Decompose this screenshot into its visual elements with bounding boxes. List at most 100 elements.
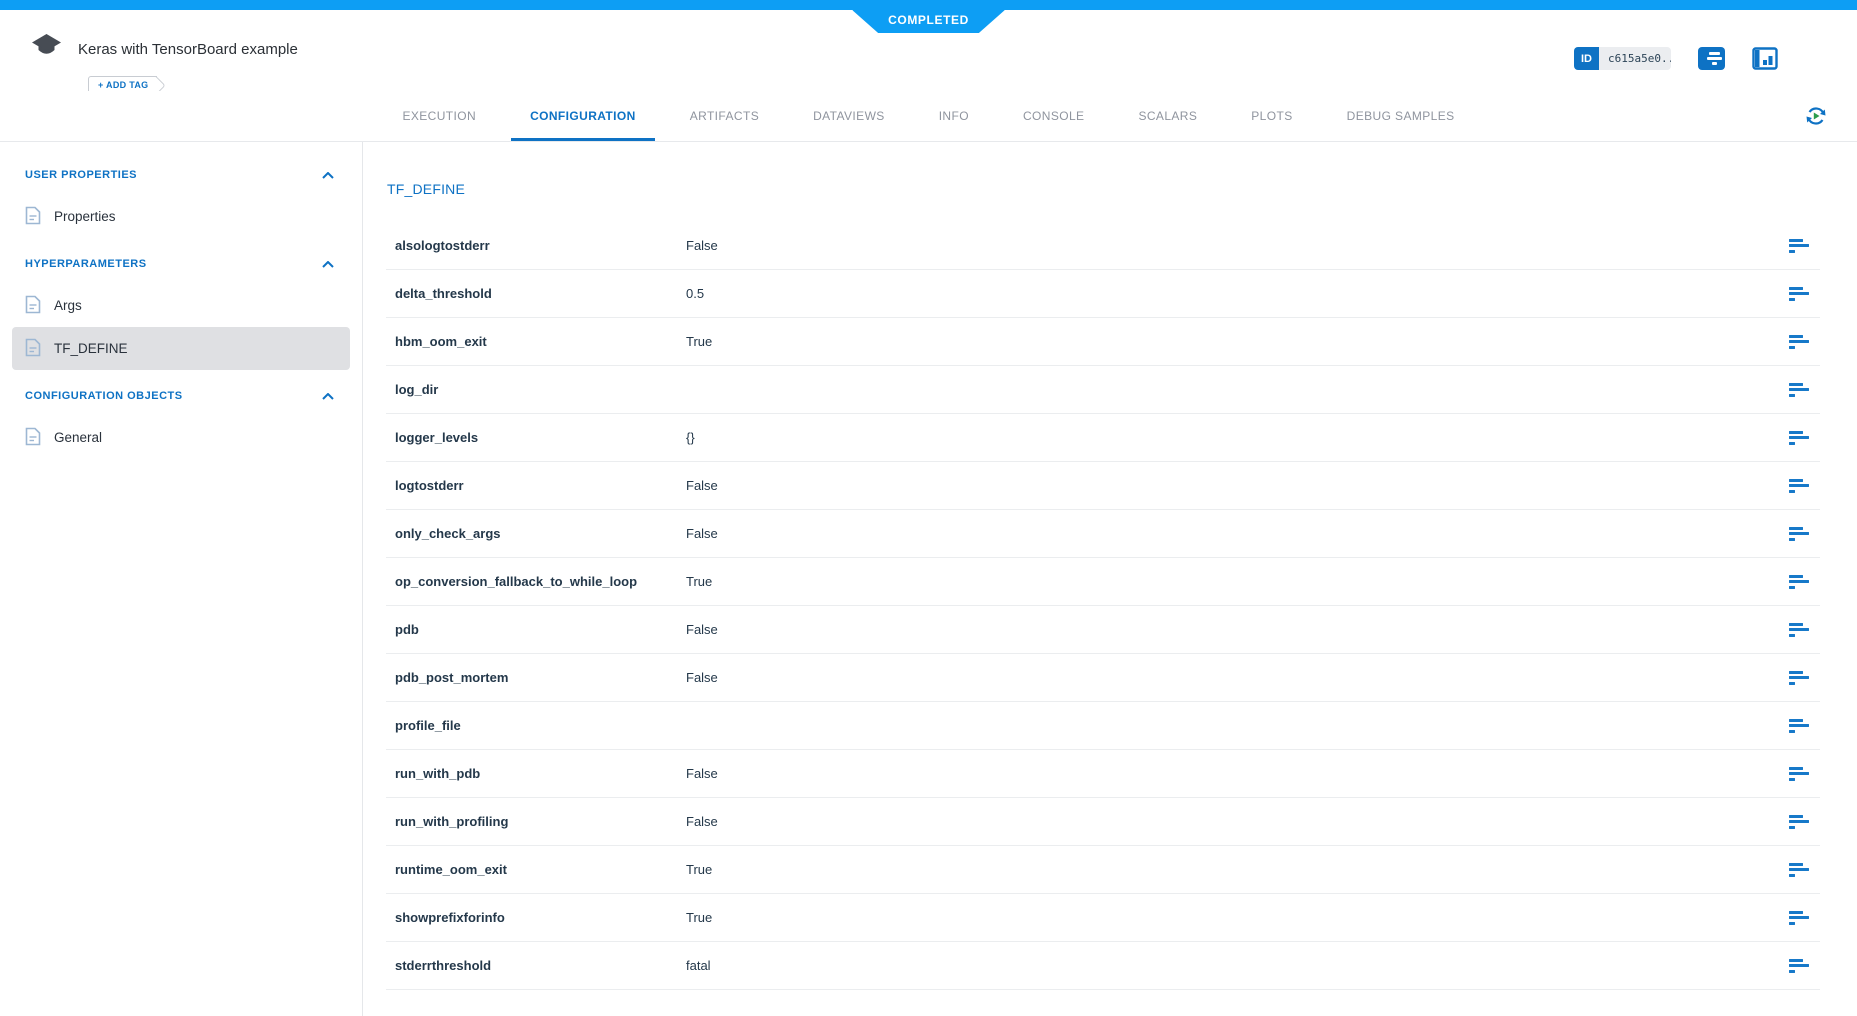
tab[interactable]: DATAVIEWS [786,91,912,141]
section-header-label: USER PROPERTIES [25,169,137,181]
param-name: alsologtostderr [395,238,686,253]
tab[interactable]: CONFIGURATION [503,91,663,141]
tab[interactable]: INFO [912,91,996,141]
document-icon [25,427,41,449]
section-header-label: HYPERPARAMETERS [25,258,147,270]
experiment-id-badge[interactable]: ID c615a5e0... [1574,47,1671,70]
main-panel: TF_DEFINE alsologtostderr False delta_th… [363,142,1857,1016]
tab[interactable]: SCALARS [1111,91,1224,141]
document-icon [25,295,41,317]
id-value[interactable]: c615a5e0... [1599,47,1671,70]
tab-label: DEBUG SAMPLES [1347,109,1455,123]
param-name: hbm_oom_exit [395,334,686,349]
param-value: False [686,670,1789,685]
tab-label: ARTIFACTS [690,109,759,123]
param-row: alsologtostderr False [386,222,1820,270]
param-detail-icon[interactable] [1789,911,1811,925]
param-name: op_conversion_fallback_to_while_loop [395,574,686,589]
tab-label: CONSOLE [1023,109,1084,123]
param-name: pdb_post_mortem [395,670,686,685]
chevron-up-icon [322,387,334,405]
param-row: op_conversion_fallback_to_while_loop Tru… [386,558,1820,606]
param-value: True [686,334,1789,349]
param-row: stderrthreshold fatal [386,942,1820,990]
param-name: only_check_args [395,526,686,541]
tab-bar: EXECUTION CONFIGURATION ARTIFACTS DATAVI… [0,91,1857,142]
param-value: {} [686,430,1789,445]
tab-label: DATAVIEWS [813,109,885,123]
param-detail-icon[interactable] [1789,959,1811,973]
param-name: runtime_oom_exit [395,862,686,877]
param-detail-icon[interactable] [1789,239,1811,253]
param-row: hbm_oom_exit True [386,318,1820,366]
info-panel-icon[interactable] [1752,47,1778,70]
param-detail-icon[interactable] [1789,479,1811,493]
param-row: run_with_profiling False [386,798,1820,846]
param-value: False [686,238,1789,253]
param-row: runtime_oom_exit True [386,846,1820,894]
param-value: 0.5 [686,286,1789,301]
param-detail-icon[interactable] [1789,335,1811,349]
sidebar: USER PROPERTIES Properties HYPERPARAMETE… [0,142,363,1016]
tab[interactable]: EXECUTION [375,91,503,141]
param-detail-icon[interactable] [1789,287,1811,301]
param-detail-icon[interactable] [1789,863,1811,877]
title-block: Keras with TensorBoard example + ADD TAG [30,32,298,94]
param-detail-icon[interactable] [1789,575,1811,589]
param-detail-icon[interactable] [1789,527,1811,541]
sidebar-item-label: Properties [54,209,116,224]
tab-label: INFO [939,109,969,123]
param-value: False [686,478,1789,493]
param-name: showprefixforinfo [395,910,686,925]
param-value: False [686,526,1789,541]
param-value: True [686,574,1789,589]
param-row: logger_levels {} [386,414,1820,462]
param-name: pdb [395,622,686,637]
param-row: delta_threshold 0.5 [386,270,1820,318]
param-detail-icon[interactable] [1789,767,1811,781]
param-row: log_dir [386,366,1820,414]
sidebar-item-properties[interactable]: Properties [12,195,350,238]
tabs: EXECUTION CONFIGURATION ARTIFACTS DATAVI… [375,91,1481,141]
section-hyperparameters[interactable]: HYPERPARAMETERS [0,253,362,275]
param-detail-icon[interactable] [1789,383,1811,397]
tab-label: EXECUTION [402,109,476,123]
experiment-title: Keras with TensorBoard example [78,41,298,58]
sidebar-item-label: Args [54,298,82,313]
param-detail-icon[interactable] [1789,671,1811,685]
param-detail-icon[interactable] [1789,623,1811,637]
sidebar-item-args[interactable]: Args [12,284,350,327]
section-user-properties[interactable]: USER PROPERTIES [0,164,362,186]
tab[interactable]: CONSOLE [996,91,1111,141]
section-configuration-objects[interactable]: CONFIGURATION OBJECTS [0,385,362,407]
menu-icon[interactable] [1805,51,1827,67]
id-label: ID [1574,47,1599,70]
details-notes-icon[interactable] [1698,47,1725,70]
param-table: alsologtostderr False delta_threshold 0.… [386,222,1820,990]
param-row: showprefixforinfo True [386,894,1820,942]
tab-label: SCALARS [1138,109,1197,123]
param-name: logtostderr [395,478,686,493]
sidebar-item-general[interactable]: General [12,416,350,459]
param-detail-icon[interactable] [1789,815,1811,829]
tab[interactable]: DEBUG SAMPLES [1320,91,1482,141]
sidebar-item-label: General [54,430,102,445]
document-icon [25,338,41,360]
param-value: True [686,910,1789,925]
param-detail-icon[interactable] [1789,431,1811,445]
chevron-up-icon [322,255,334,273]
chevron-up-icon [322,166,334,184]
tab[interactable]: ARTIFACTS [663,91,786,141]
param-value: fatal [686,958,1789,973]
param-row: only_check_args False [386,510,1820,558]
sidebar-item-tf-define[interactable]: TF_DEFINE [12,327,350,370]
auto-refresh-icon[interactable] [1803,103,1829,134]
top-status-bar [0,0,1857,10]
param-row: run_with_pdb False [386,750,1820,798]
tab[interactable]: PLOTS [1224,91,1319,141]
param-name: run_with_pdb [395,766,686,781]
header-actions: ID c615a5e0... [1574,47,1827,70]
experiment-type-icon [30,32,63,67]
param-detail-icon[interactable] [1789,719,1811,733]
tab-label: PLOTS [1251,109,1292,123]
